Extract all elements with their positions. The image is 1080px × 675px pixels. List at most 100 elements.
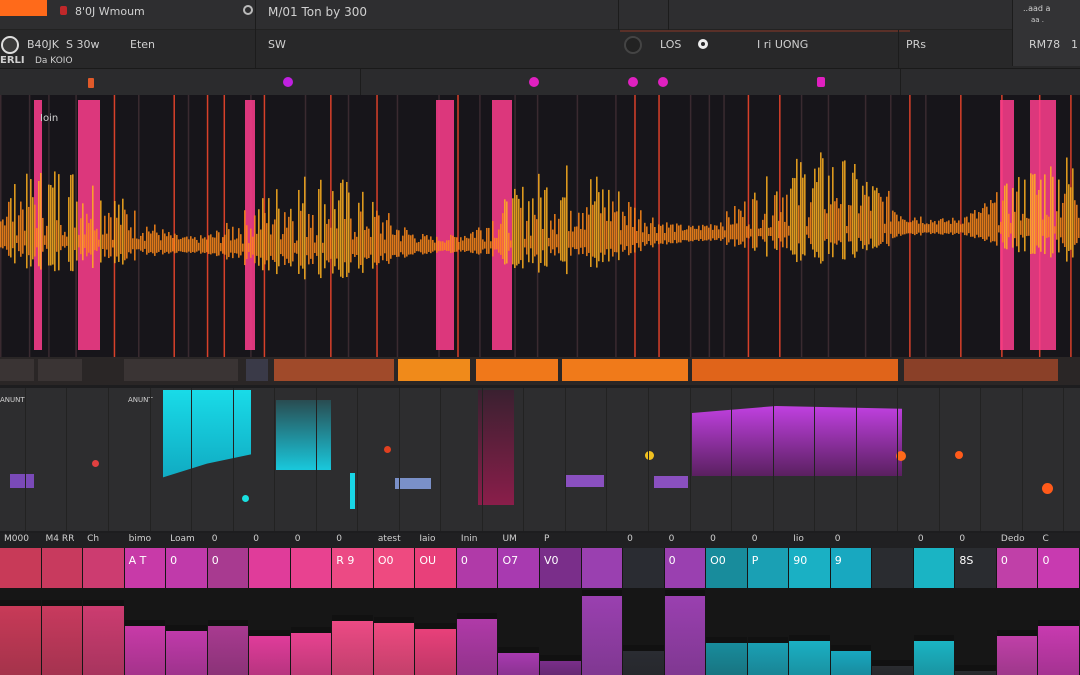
field-los[interactable]: LOS: [660, 38, 681, 51]
channel-tile[interactable]: 0: [166, 548, 207, 588]
clip[interactable]: [38, 359, 82, 381]
channel-fader[interactable]: [249, 630, 290, 675]
channel-fader[interactable]: [913, 635, 955, 675]
channel-tile[interactable]: [623, 548, 664, 588]
channel-fader[interactable]: [166, 625, 207, 675]
field-prs[interactable]: PRs: [906, 38, 926, 51]
channel-tile[interactable]: [290, 548, 332, 588]
channel-fader[interactable]: [664, 590, 706, 675]
channel-tile[interactable]: A T: [124, 548, 166, 588]
clock-icon[interactable]: [243, 5, 253, 15]
purple-button-3[interactable]: [654, 476, 688, 488]
knob-icon[interactable]: [92, 460, 99, 467]
channel-fader[interactable]: [955, 665, 996, 675]
waveform-sample: [960, 224, 962, 233]
channel-fader[interactable]: [540, 655, 581, 675]
channel-tile[interactable]: V0: [540, 548, 581, 588]
fx-icon[interactable]: [529, 77, 539, 87]
channel-fader[interactable]: [415, 623, 456, 675]
channel-tile[interactable]: OU: [415, 548, 456, 588]
clip[interactable]: [0, 359, 34, 381]
channel-tile[interactable]: R 9: [332, 548, 373, 588]
clip[interactable]: [692, 359, 898, 381]
waveform-sample: [62, 235, 64, 247]
clip[interactable]: [274, 359, 394, 381]
jog-wheel-icon[interactable]: [624, 36, 642, 54]
knob-icon[interactable]: [384, 446, 391, 453]
knob-icon[interactable]: [242, 495, 249, 502]
channel-tile[interactable]: [249, 548, 290, 588]
channel-tile[interactable]: 9: [830, 548, 872, 588]
channel-tile[interactable]: 0: [996, 548, 1038, 588]
channel-fader[interactable]: [124, 620, 166, 675]
channel-tile[interactable]: [913, 548, 955, 588]
channel-fader[interactable]: [83, 600, 124, 675]
channel-tile[interactable]: P: [747, 548, 789, 588]
channel-tile[interactable]: 8S: [955, 548, 996, 588]
loop-icon[interactable]: [628, 77, 638, 87]
channel-fader[interactable]: [498, 647, 539, 675]
channel-fader[interactable]: [290, 627, 332, 675]
channel-tile[interactable]: O7: [498, 548, 539, 588]
channel-fader[interactable]: [0, 600, 41, 675]
stop-icon[interactable]: [698, 39, 708, 49]
blue-button[interactable]: [395, 478, 431, 489]
channel-label: Inin: [460, 534, 478, 544]
knob-icon[interactable]: [955, 451, 963, 459]
field-key[interactable]: Eten: [130, 38, 155, 51]
knob-icon[interactable]: [645, 451, 654, 460]
plugin-icon[interactable]: [283, 77, 293, 87]
sample-icon[interactable]: [658, 77, 668, 87]
channel-fader[interactable]: [623, 645, 664, 675]
clip[interactable]: [562, 359, 688, 381]
channel-tile[interactable]: O0: [373, 548, 415, 588]
channel-tile[interactable]: 0: [456, 548, 498, 588]
cyan-module-2[interactable]: [276, 400, 331, 470]
cyan-module[interactable]: [163, 390, 251, 478]
channel-fader[interactable]: [789, 635, 830, 675]
clip[interactable]: [246, 359, 268, 381]
channel-fader[interactable]: [747, 637, 789, 675]
magenta-module[interactable]: [692, 406, 902, 476]
arrangement-waveform[interactable]: Ioin: [0, 95, 1080, 357]
channel-fader[interactable]: [872, 660, 913, 675]
channel-fader[interactable]: [581, 590, 623, 675]
marker-icon[interactable]: [88, 78, 94, 88]
channel-tile[interactable]: [581, 548, 623, 588]
channel-tile[interactable]: O0: [706, 548, 747, 588]
channel-fader[interactable]: [207, 620, 249, 675]
channel-fader[interactable]: [41, 600, 83, 675]
app-logo[interactable]: [0, 0, 47, 16]
channel-fader[interactable]: [996, 630, 1038, 675]
channel-tile[interactable]: [83, 548, 124, 588]
channel-tile[interactable]: 0: [664, 548, 706, 588]
clip[interactable]: [476, 359, 558, 381]
clip-icon[interactable]: [817, 77, 825, 87]
purple-button-2[interactable]: [566, 475, 604, 487]
knob-icon[interactable]: [1042, 483, 1053, 494]
channel-tile[interactable]: 0: [207, 548, 249, 588]
field-sw[interactable]: SW: [268, 38, 286, 51]
clip[interactable]: [124, 359, 238, 381]
channel-fader[interactable]: [1038, 620, 1079, 675]
channel-fader[interactable]: [456, 613, 498, 675]
field-signature[interactable]: S 30w: [66, 38, 99, 51]
channel-fader[interactable]: [373, 617, 415, 675]
channel-tile[interactable]: [0, 548, 41, 588]
field-mode[interactable]: I ri UONG: [757, 38, 808, 51]
channel-fader[interactable]: [706, 637, 747, 675]
clip-lane[interactable]: [0, 357, 1080, 385]
channel-tile[interactable]: [41, 548, 83, 588]
record-knob-icon[interactable]: [1, 36, 19, 54]
clip[interactable]: [904, 359, 1058, 381]
channel-label: 0: [336, 534, 343, 544]
channel-tile[interactable]: 90: [789, 548, 830, 588]
clip[interactable]: [398, 359, 470, 381]
purple-button[interactable]: [10, 474, 34, 488]
waveform-sample: [110, 217, 112, 257]
channel-tile[interactable]: 0: [1038, 548, 1079, 588]
channel-fader[interactable]: [830, 645, 872, 675]
channel-fader[interactable]: [332, 615, 373, 675]
channel-tile[interactable]: [872, 548, 913, 588]
field-bpm[interactable]: B40JK: [27, 38, 59, 51]
